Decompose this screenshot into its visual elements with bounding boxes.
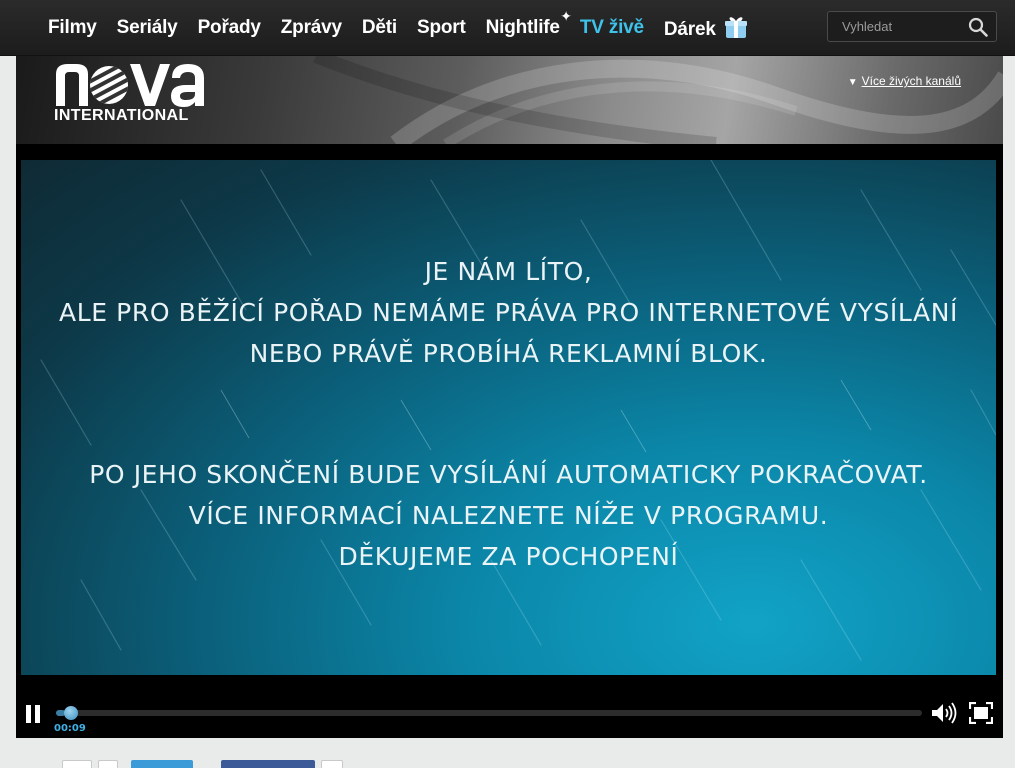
facebook-like-count bbox=[321, 760, 343, 768]
channel-header: INTERNATIONAL ▼ Více živých kanálů bbox=[16, 56, 1003, 144]
player-controls: 00:09 bbox=[16, 675, 1003, 738]
no-rights-message: JE NÁM LÍTO, ALE PRO BĚŽÍCÍ POŘAD NEMÁME… bbox=[21, 251, 996, 374]
current-time: 00:09 bbox=[54, 723, 86, 734]
logo-subtitle: INTERNATIONAL bbox=[54, 107, 189, 124]
search-input[interactable] bbox=[828, 12, 960, 41]
google-plus-button[interactable] bbox=[62, 760, 92, 768]
pause-bar bbox=[26, 705, 31, 723]
video-player: JE NÁM LÍTO, ALE PRO BĚŽÍCÍ POŘAD NEMÁME… bbox=[16, 144, 1003, 738]
message-line: VÍCE INFORMACÍ NALEZNETE NÍŽE V PROGRAMU… bbox=[188, 501, 829, 530]
share-bar bbox=[0, 738, 1015, 768]
more-live-channels-link[interactable]: ▼ Více živých kanálů bbox=[848, 74, 961, 88]
message-line: JE NÁM LÍTO, bbox=[424, 257, 593, 286]
resume-info-message: PO JEHO SKONČENÍ BUDE VYSÍLÁNÍ AUTOMATIC… bbox=[21, 454, 996, 577]
more-live-channels-label[interactable]: Více živých kanálů bbox=[862, 74, 961, 88]
message-line: PO JEHO SKONČENÍ BUDE VYSÍLÁNÍ AUTOMATIC… bbox=[89, 460, 928, 489]
video-area[interactable]: JE NÁM LÍTO, ALE PRO BĚŽÍCÍ POŘAD NEMÁME… bbox=[21, 160, 996, 675]
nav-item-darek[interactable]: Dárek bbox=[664, 19, 716, 40]
message-line: NEBO PRÁVĚ PROBÍHÁ REKLAMNÍ BLOK. bbox=[249, 339, 768, 368]
message-line: DĚKUJEME ZA POCHOPENÍ bbox=[338, 542, 679, 571]
pause-bar bbox=[35, 705, 40, 723]
gift-icon bbox=[724, 17, 747, 38]
nav-item-nightlife-wrap[interactable]: Nightlife ✦ bbox=[486, 8, 572, 39]
nav-item-nightlife[interactable]: Nightlife bbox=[486, 17, 560, 38]
nav-item-sport[interactable]: Sport bbox=[417, 17, 466, 39]
google-plus-count bbox=[98, 760, 118, 768]
video-background-streaks bbox=[40, 160, 996, 661]
nav-item-serialy[interactable]: Seriály bbox=[117, 17, 178, 39]
nav-item-tv-zive[interactable]: TV živě bbox=[580, 17, 644, 39]
nav-item-filmy[interactable]: Filmy bbox=[48, 17, 97, 39]
nav-menu: Filmy Seriály Pořady Zprávy Děti Sport N… bbox=[48, 0, 767, 56]
nova-logo bbox=[56, 64, 204, 107]
nav-item-zpravy[interactable]: Zprávy bbox=[281, 17, 342, 39]
sparkle-icon: ✦ bbox=[560, 8, 572, 24]
nav-item-porady[interactable]: Pořady bbox=[198, 17, 261, 39]
search-box bbox=[827, 11, 997, 42]
message-line: ALE PRO BĚŽÍCÍ POŘAD NEMÁME PRÁVA PRO IN… bbox=[59, 298, 958, 327]
nav-item-deti[interactable]: Děti bbox=[362, 17, 397, 39]
pause-icon[interactable] bbox=[26, 705, 42, 723]
volume-icon[interactable] bbox=[930, 701, 958, 725]
fullscreen-icon[interactable] bbox=[969, 702, 993, 724]
chevron-down-icon: ▼ bbox=[847, 77, 858, 88]
nav-item-darek-wrap[interactable]: Dárek bbox=[664, 15, 747, 41]
seek-bar[interactable] bbox=[56, 706, 922, 720]
facebook-like-button[interactable] bbox=[221, 760, 315, 768]
twitter-share-button[interactable] bbox=[131, 760, 193, 768]
top-navigation: Filmy Seriály Pořady Zprávy Děti Sport N… bbox=[0, 0, 1015, 56]
seek-handle[interactable] bbox=[64, 706, 78, 720]
search-icon[interactable] bbox=[968, 17, 988, 37]
